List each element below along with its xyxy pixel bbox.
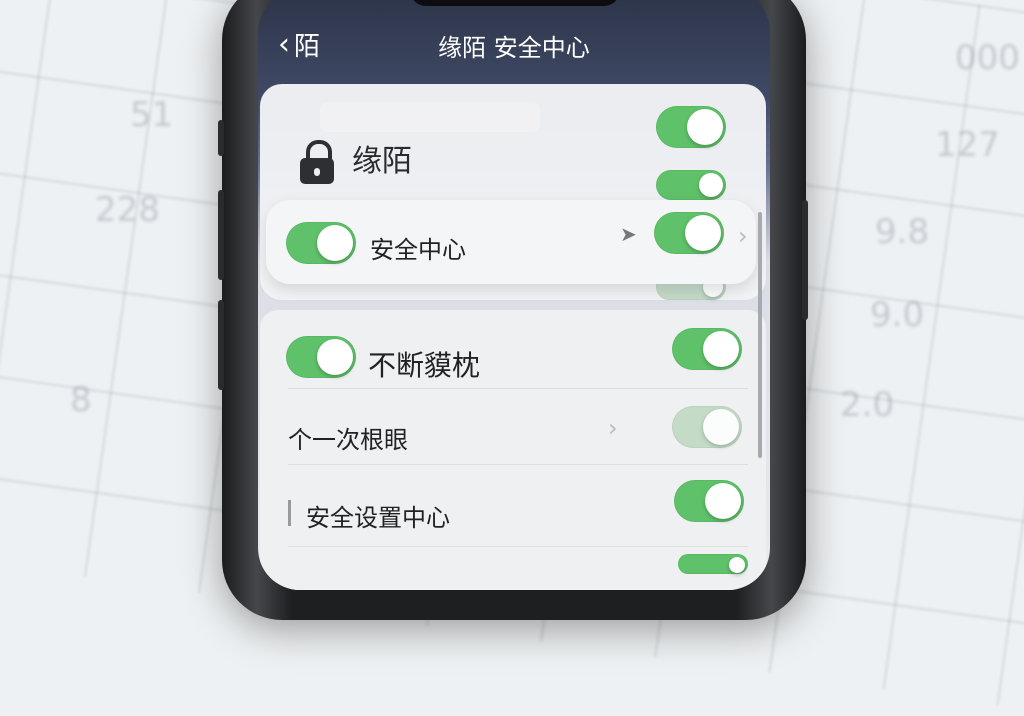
app-name: 缘陌 <box>352 144 412 179</box>
bg-number: 9.0 <box>870 295 925 335</box>
setting-left-toggle[interactable] <box>286 336 356 378</box>
security-center-label: 安全中心 <box>370 236 466 264</box>
bg-number: 2.0 <box>840 385 895 425</box>
volume-down-button <box>218 300 224 390</box>
setting-label: 个一次根眼 <box>288 426 408 454</box>
setting-toggle[interactable] <box>674 480 744 522</box>
bg-number: 127 <box>935 125 1000 165</box>
bg-number: 228 <box>95 190 160 230</box>
hidden-toggle[interactable] <box>656 170 726 200</box>
security-center-toggle[interactable] <box>286 222 356 264</box>
bg-number: 000 <box>955 38 1020 78</box>
security-center-toggle-right[interactable] <box>654 212 724 254</box>
setting-label: 不断貘枕 <box>368 349 481 382</box>
ghost-row <box>320 102 540 132</box>
power-button <box>802 200 808 320</box>
divider <box>288 388 748 389</box>
setting-toggle[interactable] <box>672 406 742 448</box>
phone-screen: ‹ 陌 缘陌 安全中心 缘陌 安全中心 ➤ › 不断貘枕 个一次根眼 › 安全设… <box>258 0 770 590</box>
setting-toggle[interactable] <box>678 554 748 574</box>
security-center-row[interactable]: 安全中心 ➤ › <box>266 200 756 284</box>
bg-number: 9.8 <box>875 212 930 252</box>
divider <box>288 546 748 547</box>
chevron-right-icon[interactable]: › <box>738 222 748 250</box>
chevron-right-icon[interactable]: › <box>608 414 618 442</box>
notch <box>410 0 620 6</box>
volume-up-button <box>218 190 224 280</box>
app-toggle[interactable] <box>656 106 726 148</box>
silent-switch <box>218 120 224 156</box>
setting-label: 安全设置中心 <box>306 504 450 532</box>
setting-toggle[interactable] <box>672 328 742 370</box>
divider <box>288 464 748 465</box>
location-arrow-icon: ➤ <box>620 222 637 246</box>
bg-number: 51 <box>130 95 174 135</box>
bg-number: 8 <box>70 380 92 420</box>
row-marker <box>288 500 291 526</box>
page-title: 缘陌 安全中心 <box>438 34 590 62</box>
scrollbar[interactable] <box>758 212 762 458</box>
settings-list: 不断貘枕 个一次根眼 › 安全设置中心 <box>260 310 766 590</box>
lock-icon <box>300 140 334 184</box>
